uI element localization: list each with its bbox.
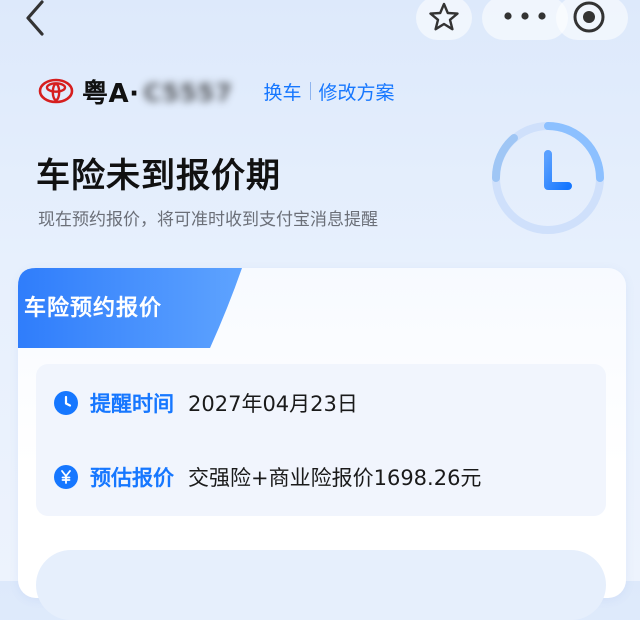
- modify-plan-link[interactable]: 修改方案: [319, 78, 395, 105]
- vehicle-row: 粤A· C5557 换车 修改方案: [38, 74, 395, 109]
- divider: [309, 82, 311, 100]
- target-icon: [573, 1, 605, 33]
- favorite-button[interactable]: [416, 0, 472, 40]
- estimated-quote-label: 预估报价: [90, 466, 174, 490]
- reserve-button[interactable]: [36, 550, 606, 620]
- page-title: 车险未到报价期: [36, 156, 281, 196]
- reminder-time-label: 提醒时间: [90, 392, 174, 416]
- clock-small-icon: [54, 391, 78, 415]
- more-icon: [504, 12, 546, 20]
- reminder-time-value: 2027年04月23日: [188, 392, 358, 416]
- toyota-logo-icon: [38, 78, 74, 104]
- yen-icon: [54, 465, 78, 489]
- back-icon: [26, 0, 44, 36]
- quote-info-box: [36, 364, 606, 516]
- estimated-quote-value: 交强险+商业险报价1698.26元: [188, 466, 482, 490]
- reminder-time-row: 提醒时间 2027年04月23日: [54, 388, 358, 418]
- page-subtitle: 现在预约报价，将可准时收到支付宝消息提醒: [38, 210, 378, 230]
- plate-number: 粤A·: [82, 78, 140, 109]
- close-miniapp-button[interactable]: [556, 0, 628, 40]
- card-tab-label: 车险预约报价: [24, 296, 163, 321]
- back-button[interactable]: [16, 0, 56, 36]
- clock-icon: [491, 122, 604, 234]
- star-icon: [429, 2, 459, 31]
- estimated-quote-row: 预估报价 交强险+商业险报价1698.26元: [54, 462, 481, 492]
- plate-number-obscured: C5557: [143, 79, 233, 107]
- top-bar: [0, 0, 640, 44]
- change-car-link[interactable]: 换车: [264, 78, 302, 105]
